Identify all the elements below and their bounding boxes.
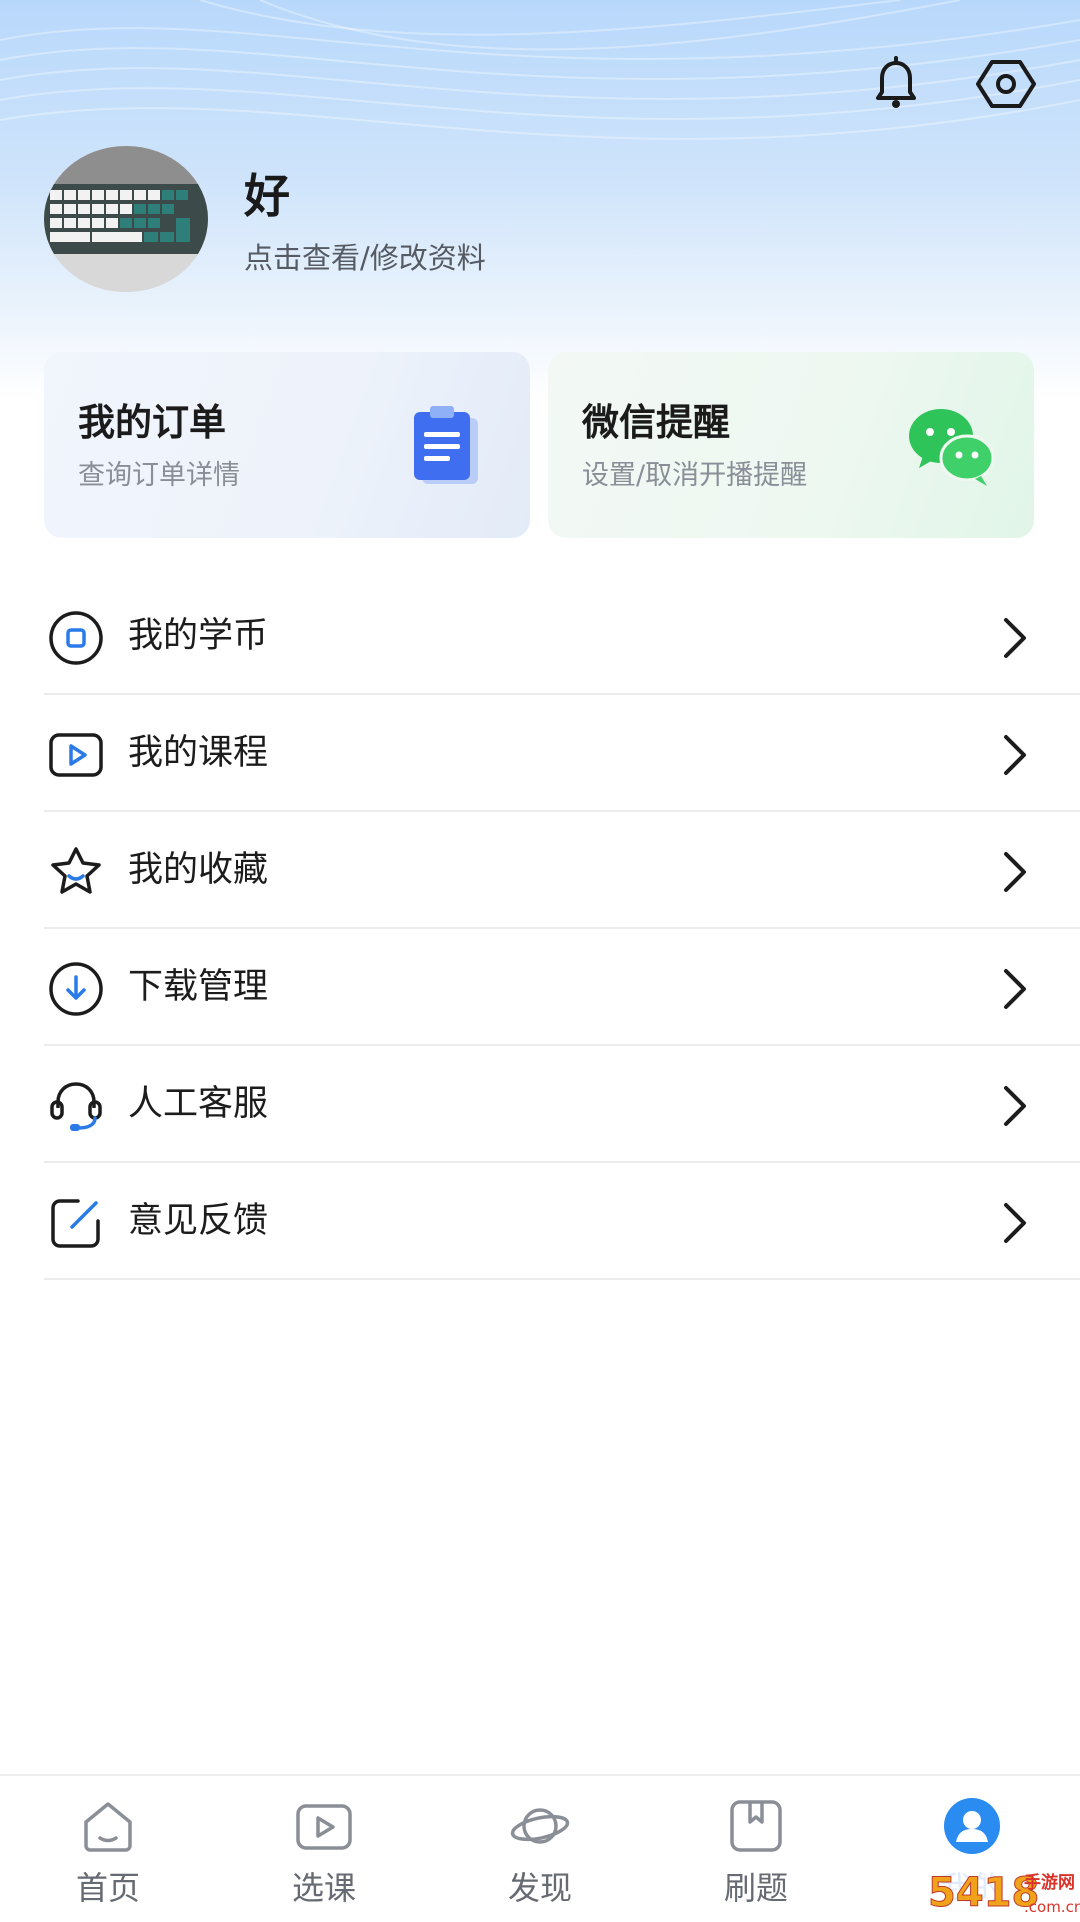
play-box-icon: [296, 1804, 352, 1850]
tab-label: 首页: [75, 1869, 140, 1907]
hexagon-settings-icon: [976, 60, 1036, 108]
star-icon: [51, 847, 101, 894]
headset-icon: [50, 1082, 102, 1131]
chevron-right-icon: [1004, 1203, 1026, 1243]
chevron-right-icon: [1004, 969, 1026, 1009]
tab-select-course[interactable]: 选课: [224, 1796, 424, 1916]
chevron-right-icon: [1004, 618, 1026, 658]
feedback-edit-icon: [51, 1199, 100, 1248]
site-watermark-logo: 5418 手游网 .com.cn: [926, 1862, 1080, 1920]
user-avatar-icon: [944, 1798, 1000, 1854]
clipboard-icon: [414, 406, 478, 484]
card-subtitle: 设置/取消开播提醒: [582, 460, 808, 491]
bell-icon: [876, 56, 916, 108]
svg-text:.com.cn: .com.cn: [1024, 1898, 1080, 1916]
card-title: 我的订单: [78, 401, 226, 444]
bottom-tab-bar: 首页 选课 发现 刷题 我的: [0, 1774, 1080, 1922]
menu-item-label: 我的收藏: [128, 850, 269, 890]
card-title: 微信提醒: [582, 401, 730, 444]
tab-home[interactable]: 首页: [8, 1796, 208, 1916]
menu-item-label: 意见反馈: [128, 1201, 269, 1241]
menu-item-label: 下载管理: [128, 967, 269, 1007]
chevron-right-icon: [1004, 852, 1026, 892]
chevron-right-icon: [1004, 735, 1026, 775]
home-icon: [84, 1802, 132, 1852]
wechat-icon: [909, 409, 995, 486]
username[interactable]: 好: [244, 168, 290, 224]
coin-icon: [49, 611, 103, 665]
planet-icon: [510, 1808, 570, 1844]
bookmark-book-icon: [730, 1800, 782, 1852]
menu-item-label: 我的学币: [128, 616, 269, 656]
menu-item-label: 我的课程: [128, 733, 269, 773]
menu-item-courses[interactable]: 我的课程: [44, 695, 1080, 812]
menu-list: 我的学币 我的课程 我的收藏 下载管理 人工客服 意见反馈: [44, 578, 1080, 1280]
play-course-icon: [49, 733, 103, 777]
download-icon: [49, 962, 103, 1016]
menu-item-downloads[interactable]: 下载管理: [44, 929, 1080, 1046]
menu-item-customer-service[interactable]: 人工客服: [44, 1046, 1080, 1163]
settings-button[interactable]: [974, 52, 1038, 116]
tab-label: 刷题: [723, 1869, 788, 1907]
card-subtitle: 查询订单详情: [78, 460, 240, 491]
my-orders-card[interactable]: 我的订单 查询订单详情: [44, 352, 530, 538]
tab-practice[interactable]: 刷题: [656, 1796, 856, 1916]
tab-discover[interactable]: 发现: [440, 1796, 640, 1916]
menu-item-label: 人工客服: [128, 1084, 269, 1124]
svg-text:5418: 5418: [928, 1870, 1039, 1916]
svg-text:手游网: 手游网: [1024, 1872, 1075, 1893]
wechat-reminder-card[interactable]: 微信提醒 设置/取消开播提醒: [548, 352, 1034, 538]
menu-item-feedback[interactable]: 意见反馈: [44, 1163, 1080, 1280]
tab-label: 发现: [507, 1869, 572, 1907]
menu-item-coins[interactable]: 我的学币: [44, 578, 1080, 695]
tab-label: 选课: [291, 1869, 356, 1907]
notification-bell[interactable]: [864, 52, 928, 116]
menu-item-favorites[interactable]: 我的收藏: [44, 812, 1080, 929]
chevron-right-icon: [1004, 1086, 1026, 1126]
keyboard-photo-avatar: [44, 146, 208, 292]
edit-profile-link[interactable]: 点击查看/修改资料: [244, 238, 486, 278]
avatar[interactable]: [44, 146, 208, 292]
